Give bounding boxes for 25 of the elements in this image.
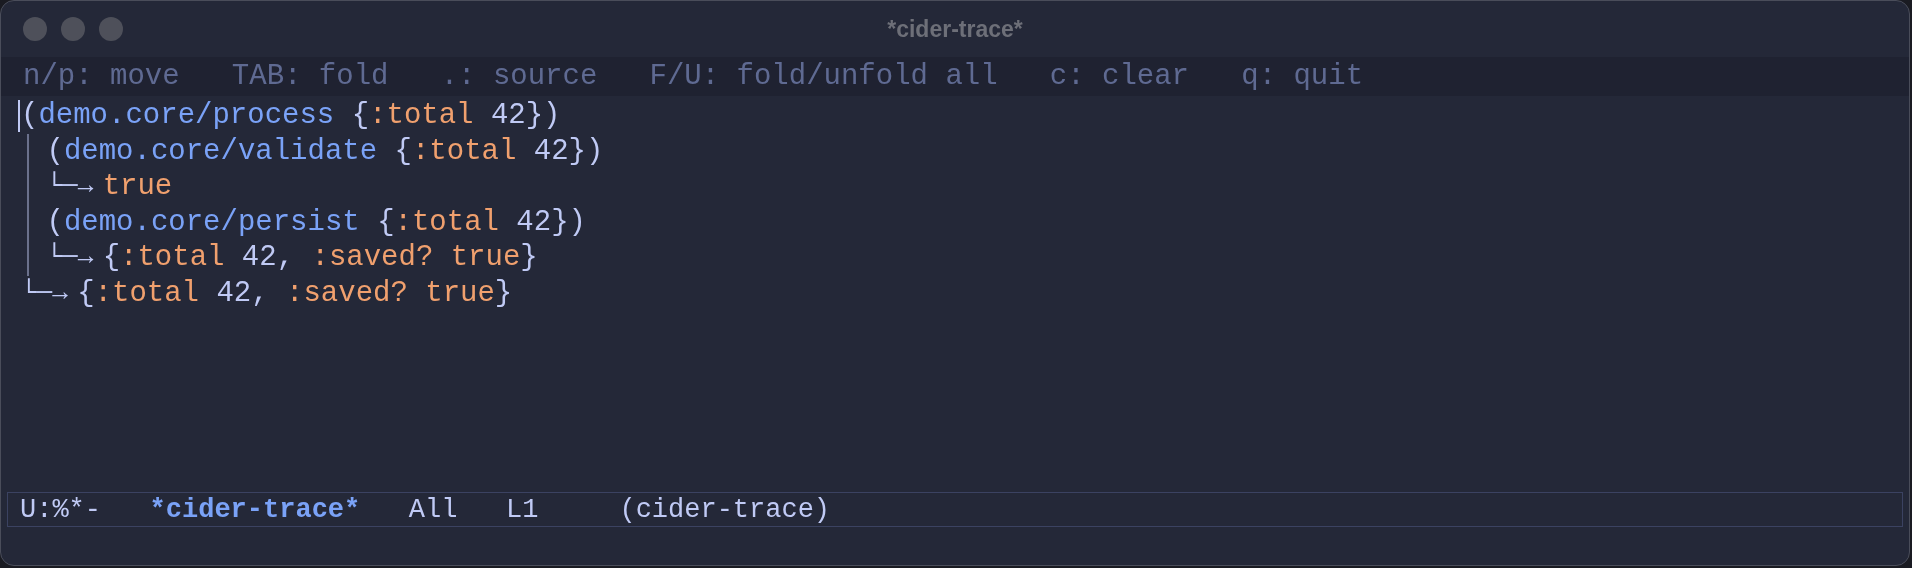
return-arrow: └─→ bbox=[46, 241, 94, 274]
buffer-name: *cider-trace* bbox=[149, 494, 361, 525]
return-arrow: └─→ bbox=[46, 170, 94, 203]
return-value: {:total 42, :saved? true} bbox=[102, 240, 538, 276]
call-expression: (demo.core/process {:total 42}) bbox=[21, 98, 561, 134]
call-expression: (demo.core/persist {:total 42}) bbox=[46, 204, 586, 240]
key-hint: q: quit bbox=[1241, 60, 1364, 93]
window-title: *cider-trace* bbox=[887, 15, 1023, 43]
return-arrow: └─→ bbox=[21, 276, 68, 310]
key-hint: n/p: move bbox=[23, 60, 180, 93]
key-hint: c: clear bbox=[1049, 60, 1190, 93]
mode-line-text: U:%*- bbox=[20, 494, 101, 525]
call-expression: (demo.core/validate {:total 42}) bbox=[46, 133, 604, 169]
key-hint: F/U: fold/unfold all bbox=[649, 60, 998, 93]
key-hint: TAB: fold bbox=[231, 60, 389, 93]
mode-line-text: All bbox=[408, 494, 458, 525]
close-button[interactable] bbox=[23, 17, 47, 41]
return-value: {:total 42, :saved? true} bbox=[77, 275, 513, 311]
zoom-button[interactable] bbox=[99, 17, 123, 41]
key-hint: .: source bbox=[440, 60, 598, 93]
mode-line-text: L1 bbox=[506, 494, 539, 525]
minimize-button[interactable] bbox=[61, 17, 85, 41]
return-value: true bbox=[102, 169, 173, 205]
text-cursor bbox=[18, 99, 20, 132]
mode-line-text: (cider-trace) bbox=[619, 494, 831, 525]
